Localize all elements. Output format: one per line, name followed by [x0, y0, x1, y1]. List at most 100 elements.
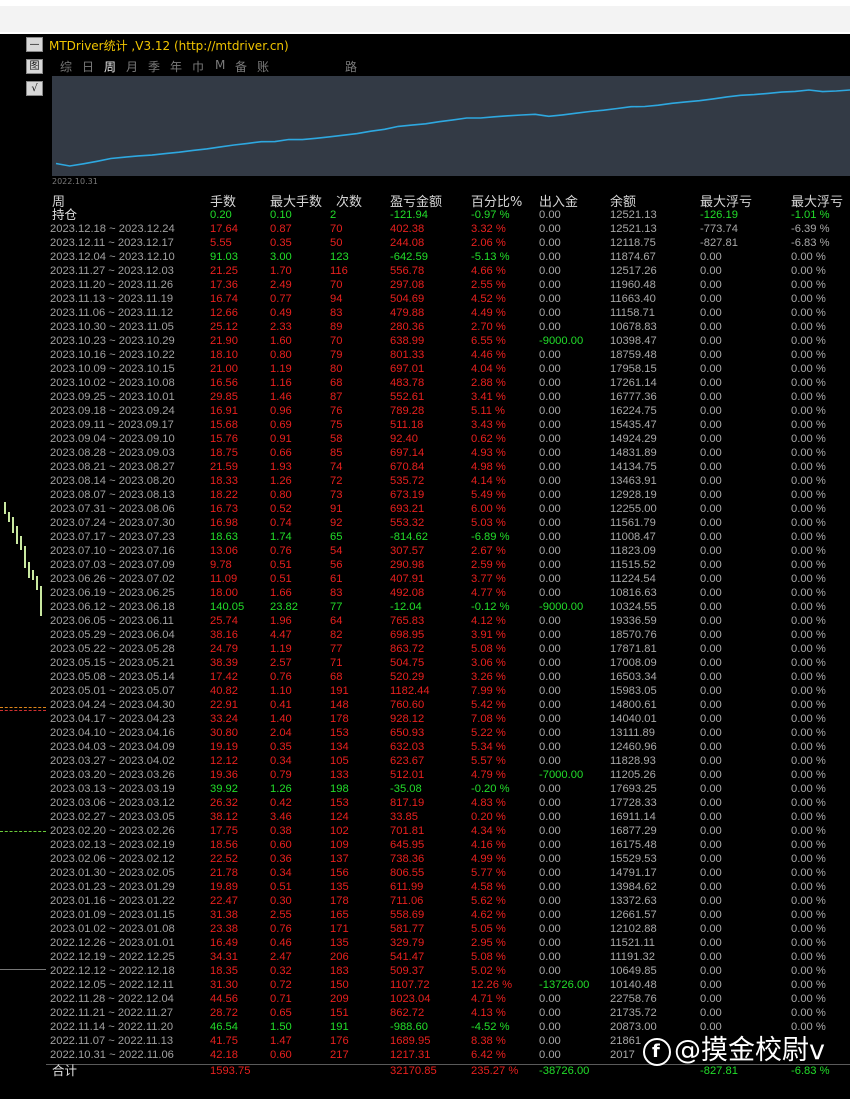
table-row: 2023.12.18 ~ 2023.12.24 17.64 0.87 70 402.38… [46, 222, 850, 236]
row-count: 82 [330, 629, 343, 641]
row-balance: 21861 [610, 1035, 642, 1047]
row-lots: 25.74 [210, 615, 238, 627]
check-button[interactable]: √ [26, 81, 43, 96]
row-count: 183 [330, 965, 349, 977]
row-period: 2023.08.28 ~ 2023.09.03 [50, 447, 175, 459]
row-inout: 0.00 [539, 909, 561, 921]
row-inout: 0.00 [539, 825, 561, 837]
row-max-float: 0.00 [700, 755, 722, 767]
row-period: 2023.02.06 ~ 2023.02.12 [50, 853, 175, 865]
price-level-line [0, 710, 46, 711]
row-lots: 17.64 [210, 223, 238, 235]
row-max-float-pct: 0.00 % [791, 755, 826, 767]
row-balance: 10816.63 [610, 587, 657, 599]
row-max-float-pct: 0.00 % [791, 853, 826, 865]
tab-day[interactable]: 日 [82, 58, 94, 75]
row-max-float-pct: 0.00 % [791, 377, 826, 389]
tab-week[interactable]: 周 [104, 58, 116, 75]
row-inout: 0.00 [539, 1021, 561, 1033]
row-max-float: 0.00 [700, 909, 722, 921]
row-balance: 15435.47 [610, 419, 657, 431]
row-max-lots: 2.49 [270, 279, 292, 291]
row-balance: 12521.13 [610, 223, 657, 235]
row-max-float: 0.00 [700, 783, 722, 795]
row-max-lots: 0.34 [270, 755, 292, 767]
row-max-float: 0.00 [700, 713, 722, 725]
tab-year[interactable]: 年 [170, 58, 182, 75]
row-pnl: -35.08 [390, 783, 422, 795]
row-percent: 6.55 % [471, 335, 506, 347]
row-inout: 0.00 [539, 587, 561, 599]
row-max-lots: 1.74 [270, 531, 292, 543]
row-period: 2023.02.13 ~ 2023.02.19 [50, 839, 175, 851]
row-max-float: 0.00 [700, 475, 722, 487]
row-inout: 0.00 [539, 951, 561, 963]
table-row: 2023.11.06 ~ 2023.11.12 12.66 0.49 83 479.88… [46, 306, 850, 320]
row-lots: 18.33 [210, 475, 238, 487]
row-balance: 14831.89 [610, 447, 657, 459]
tab-quarter[interactable]: 季 [148, 58, 160, 75]
row-count: 76 [330, 405, 343, 417]
row-percent: 4.93 % [471, 447, 506, 459]
row-max-lots: 0.66 [270, 447, 292, 459]
row-count: 77 [330, 643, 343, 655]
tab-month[interactable]: 月 [126, 58, 138, 75]
row-count: 74 [330, 461, 343, 473]
row-period: 2023.05.15 ~ 2023.05.21 [50, 657, 175, 669]
row-pnl: 650.93 [390, 727, 425, 739]
row-balance: 16503.34 [610, 671, 657, 683]
row-count: 75 [330, 419, 343, 431]
row-max-lots: 0.80 [270, 489, 292, 501]
row-balance: 11158.71 [610, 307, 655, 319]
table-row: 2023.01.02 ~ 2023.01.08 23.38 0.76 171 581.7… [46, 922, 850, 936]
row-inout: 0.00 [539, 895, 561, 907]
chart-toggle-button[interactable]: 图 [26, 59, 43, 74]
row-max-lots: 1.26 [270, 783, 292, 795]
row-max-float-pct: 0.00 % [791, 965, 826, 977]
row-pnl: 520.29 [390, 671, 425, 683]
row-max-float: 0.00 [700, 699, 722, 711]
row-period: 2023.07.10 ~ 2023.07.16 [50, 545, 175, 557]
row-max-float: 0.00 [700, 923, 722, 935]
row-count: 70 [330, 279, 343, 291]
row-percent: 4.49 % [471, 307, 506, 319]
tab-note[interactable]: 备 [235, 58, 247, 75]
row-inout: 0.00 [539, 629, 561, 641]
row-max-float-pct: 0.00 % [791, 335, 826, 347]
tab-summary[interactable]: 综 [60, 58, 72, 75]
row-inout: 0.00 [539, 251, 561, 263]
row-inout: 0.00 [539, 671, 561, 683]
row-pnl: 556.78 [390, 265, 425, 277]
table-row: 2022.11.21 ~ 2022.11.27 28.72 0.65 151 862.7… [46, 1006, 850, 1020]
row-count: 65 [330, 531, 343, 543]
row-pnl: -814.62 [390, 531, 428, 543]
table-row: 2023.04.17 ~ 2023.04.23 33.24 1.40 178 928.1… [46, 712, 850, 726]
row-balance: 17008.09 [610, 657, 657, 669]
row-max-float: 0.00 [700, 643, 722, 655]
row-lots: 39.92 [210, 783, 238, 795]
row-period: 2023.07.17 ~ 2023.07.23 [50, 531, 175, 543]
row-period: 2023.07.31 ~ 2023.08.06 [50, 503, 175, 515]
row-count: 135 [330, 937, 349, 949]
row-pnl: 673.19 [390, 489, 425, 501]
tab-magic[interactable]: M [215, 58, 225, 72]
table-row: 2023.04.10 ~ 2023.04.16 30.80 2.04 153 650.9… [46, 726, 850, 740]
row-max-float: 0.00 [700, 307, 722, 319]
row-pnl: 638.99 [390, 335, 425, 347]
row-max-float-pct: 0.00 % [791, 363, 826, 375]
tab-symbol[interactable]: 巾 [192, 58, 204, 75]
row-lots: 30.80 [210, 727, 238, 739]
row-balance: 14924.29 [610, 433, 657, 445]
row-inout: 0.00 [539, 685, 561, 697]
row-count: 68 [330, 671, 343, 683]
row-lots: 21.90 [210, 335, 238, 347]
price-level-line [0, 707, 46, 708]
row-inout: 0.00 [539, 713, 561, 725]
row-percent: 0.20 % [471, 811, 506, 823]
minimize-button[interactable]: — [26, 37, 43, 52]
row-count: 73 [330, 489, 343, 501]
candle [12, 517, 14, 533]
row-max-float-pct: 0.00 % [791, 573, 826, 585]
row-lots: 140.05 [210, 601, 245, 613]
table-row: 2023.03.13 ~ 2023.03.19 39.92 1.26 198 -35.0… [46, 782, 850, 796]
